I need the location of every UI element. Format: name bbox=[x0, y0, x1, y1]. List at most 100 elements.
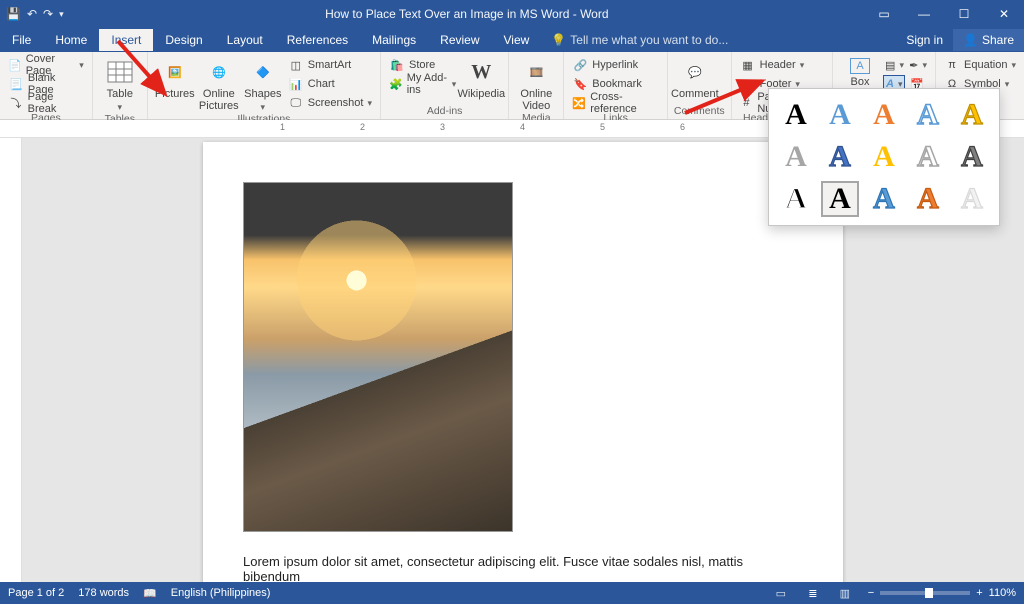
wordart-style-9[interactable]: A bbox=[953, 139, 991, 175]
wordart-style-13[interactable]: A bbox=[909, 181, 947, 217]
blank-page-icon: 📃 bbox=[8, 76, 24, 92]
table-button[interactable]: Table bbox=[99, 54, 141, 113]
redo-icon[interactable]: ↷ bbox=[43, 7, 53, 21]
wordart-style-6[interactable]: A bbox=[821, 139, 859, 175]
hyperlink-icon: 🔗 bbox=[572, 57, 588, 73]
my-addins-button[interactable]: 🧩My Add-ins bbox=[387, 75, 458, 93]
page-break-button[interactable]: ⤵Page Break bbox=[6, 94, 86, 112]
maximize-icon[interactable]: ☐ bbox=[944, 7, 984, 21]
table-icon bbox=[106, 58, 134, 86]
hyperlink-button[interactable]: 🔗 Hyperlink bbox=[570, 56, 661, 74]
wordart-style-14[interactable]: A bbox=[953, 181, 991, 217]
status-page[interactable]: Page 1 of 2 bbox=[8, 587, 64, 599]
text-box-icon: A bbox=[850, 58, 870, 74]
group-comments: 💬 Comment Comments bbox=[668, 52, 732, 119]
comment-icon: 💬 bbox=[681, 58, 709, 86]
minimize-icon[interactable]: — bbox=[904, 7, 944, 21]
ruler-mark: 6 bbox=[680, 122, 685, 132]
wordart-style-3[interactable]: A bbox=[909, 97, 947, 133]
ruler-mark: 4 bbox=[520, 122, 525, 132]
wikipedia-button[interactable]: WWikipedia bbox=[460, 54, 502, 105]
sign-in-button[interactable]: Sign in bbox=[896, 33, 953, 47]
undo-icon[interactable]: ↶ bbox=[27, 7, 37, 21]
view-web-layout-icon[interactable]: ▥ bbox=[836, 587, 854, 600]
pictures-button[interactable]: 🖼️Pictures bbox=[154, 54, 196, 113]
header-icon: ▦ bbox=[740, 57, 756, 73]
tab-review[interactable]: Review bbox=[428, 29, 491, 51]
tell-me-input[interactable]: Tell me what you want to do... bbox=[570, 33, 728, 47]
tab-mailings[interactable]: Mailings bbox=[360, 29, 428, 51]
wordart-style-10[interactable]: A bbox=[777, 181, 815, 217]
zoom-level[interactable]: 110% bbox=[989, 587, 1016, 599]
zoom-out-button[interactable]: − bbox=[868, 587, 874, 599]
tab-view[interactable]: View bbox=[492, 29, 542, 51]
cross-reference-button[interactable]: 🔀Cross-reference bbox=[570, 94, 661, 112]
view-print-layout-icon[interactable]: ≣ bbox=[804, 587, 822, 600]
wordart-style-12[interactable]: A bbox=[865, 181, 903, 217]
status-bar: Page 1 of 2 178 words 📖 English (Philipp… bbox=[0, 582, 1024, 604]
tab-home[interactable]: Home bbox=[43, 29, 99, 51]
wordart-style-0[interactable]: A bbox=[777, 97, 815, 133]
tab-file[interactable]: File bbox=[0, 29, 43, 51]
tab-references[interactable]: References bbox=[275, 29, 360, 51]
screenshot-label: Screenshot bbox=[308, 97, 364, 109]
smartart-label: SmartArt bbox=[308, 59, 351, 71]
equation-button[interactable]: πEquation bbox=[942, 56, 1018, 74]
my-addins-label: My Add-ins bbox=[407, 72, 448, 96]
wordart-style-5[interactable]: A bbox=[777, 139, 815, 175]
status-language[interactable]: English (Philippines) bbox=[171, 587, 271, 599]
document-page[interactable]: Lorem ipsum dolor sit amet, consectetur … bbox=[203, 142, 843, 582]
screenshot-button[interactable]: 🖵Screenshot bbox=[286, 94, 374, 112]
online-video-button[interactable]: 🎞️Online Video bbox=[515, 54, 557, 112]
ribbon-display-icon[interactable]: ▭ bbox=[864, 7, 904, 21]
close-icon[interactable]: ✕ bbox=[984, 7, 1024, 21]
view-read-mode-icon[interactable]: ▭ bbox=[772, 587, 790, 600]
qat-customize-icon[interactable]: ▾ bbox=[59, 9, 64, 20]
hyperlink-label: Hyperlink bbox=[592, 59, 638, 71]
zoom-in-button[interactable]: + bbox=[976, 587, 982, 599]
table-label: Table bbox=[107, 88, 133, 100]
group-comments-label: Comments bbox=[674, 105, 725, 119]
ruler-mark: 3 bbox=[440, 122, 445, 132]
status-words[interactable]: 178 words bbox=[78, 587, 129, 599]
header-label: Header bbox=[760, 59, 796, 71]
tab-design[interactable]: Design bbox=[153, 29, 214, 51]
tab-layout[interactable]: Layout bbox=[215, 29, 275, 51]
comment-button[interactable]: 💬 Comment bbox=[674, 54, 716, 105]
share-button[interactable]: 👤 Share bbox=[953, 29, 1024, 51]
group-addins: 🛍️Store 🧩My Add-ins WWikipedia Add-ins bbox=[381, 52, 509, 119]
save-icon[interactable]: 💾 bbox=[6, 7, 21, 21]
status-proofing-icon[interactable]: 📖 bbox=[143, 587, 157, 600]
shapes-button[interactable]: 🔷Shapes bbox=[242, 54, 284, 113]
zoom-slider[interactable] bbox=[880, 591, 970, 595]
ruler-mark: 1 bbox=[280, 122, 285, 132]
vertical-ruler[interactable] bbox=[0, 138, 22, 582]
wordart-style-8[interactable]: A bbox=[909, 139, 947, 175]
body-paragraph[interactable]: Lorem ipsum dolor sit amet, consectetur … bbox=[243, 554, 803, 582]
header-button[interactable]: ▦ Header bbox=[738, 56, 826, 74]
footer-icon: ▦ bbox=[740, 76, 756, 92]
group-addins-label: Add-ins bbox=[387, 105, 502, 119]
wordart-style-4[interactable]: A bbox=[953, 97, 991, 133]
online-pictures-button[interactable]: 🌐Online Pictures bbox=[198, 54, 240, 113]
chart-button[interactable]: 📊Chart bbox=[286, 75, 374, 93]
online-pictures-label: Online Pictures bbox=[198, 88, 240, 112]
bookmark-icon: 🔖 bbox=[572, 76, 588, 92]
wordart-style-2[interactable]: A bbox=[865, 97, 903, 133]
share-icon: 👤 bbox=[963, 33, 978, 47]
share-label: Share bbox=[982, 33, 1014, 47]
wordart-style-7[interactable]: A bbox=[865, 139, 903, 175]
quick-parts-button[interactable]: ▤ bbox=[883, 56, 905, 74]
lightbulb-icon: 💡 bbox=[551, 33, 566, 47]
comment-label: Comment bbox=[671, 88, 719, 100]
smartart-button[interactable]: ◫ SmartArt bbox=[286, 56, 374, 74]
smartart-icon: ◫ bbox=[288, 57, 304, 73]
signature-line-button[interactable]: ✒ bbox=[907, 56, 929, 74]
group-tables: Table Tables bbox=[93, 52, 148, 119]
wikipedia-label: Wikipedia bbox=[457, 88, 505, 100]
wordart-style-1[interactable]: A bbox=[821, 97, 859, 133]
shapes-label: Shapes bbox=[244, 88, 281, 100]
wordart-style-11[interactable]: A bbox=[821, 181, 859, 217]
inserted-image[interactable] bbox=[243, 182, 513, 532]
tab-insert[interactable]: Insert bbox=[99, 29, 153, 51]
